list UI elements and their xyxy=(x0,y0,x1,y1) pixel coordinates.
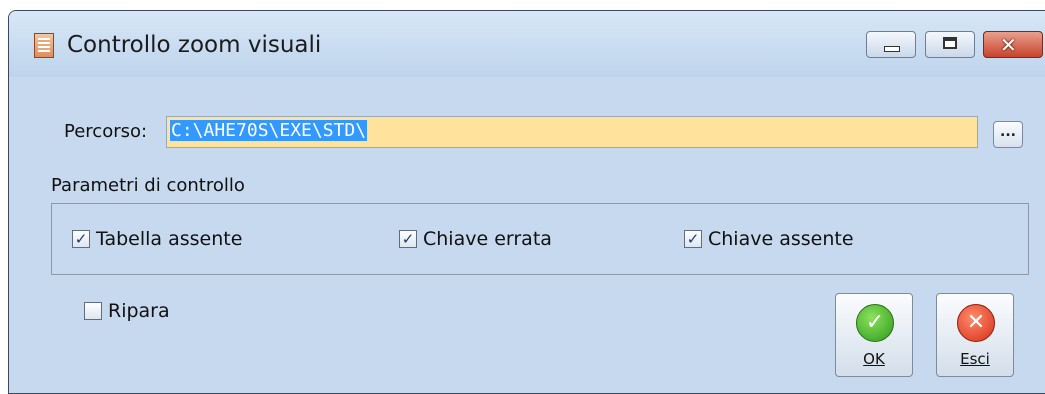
exit-button[interactable]: ✕ Esci xyxy=(936,293,1014,377)
checkbox-label: Chiave assente xyxy=(708,228,854,250)
checkbox-label: Tabella assente xyxy=(96,228,243,250)
path-input[interactable]: C:\AHE70S\EXE\STD\ xyxy=(166,116,978,148)
maximize-icon xyxy=(943,37,957,49)
checkbox-chiave-errata[interactable]: ✓ xyxy=(399,230,417,248)
checkbox-label: Chiave errata xyxy=(423,228,552,250)
minimize-icon xyxy=(884,46,900,52)
exit-label: Esci xyxy=(960,350,990,368)
window-title: Controllo zoom visuali xyxy=(67,32,322,58)
checkbox-ripara[interactable] xyxy=(84,302,102,320)
dialog-body: Percorso: C:\AHE70S\EXE\STD\ ... Paramet… xyxy=(9,77,1045,393)
path-label: Percorso: xyxy=(64,121,148,142)
control-parameters-group: ✓ Tabella assente ✓ Chiave errata ✓ Chia… xyxy=(51,203,1029,275)
check-icon: ✓ xyxy=(856,304,894,342)
checkbox-chiave-assente[interactable]: ✓ xyxy=(684,230,702,248)
form-icon xyxy=(34,33,54,58)
group-title: Parametri di controllo xyxy=(51,175,245,196)
cross-icon: ✕ xyxy=(957,304,995,342)
checkbox-tabella-assente[interactable]: ✓ xyxy=(72,230,90,248)
maximize-button[interactable] xyxy=(925,31,975,58)
close-icon: ✕ xyxy=(1000,33,1017,57)
browse-button[interactable]: ... xyxy=(993,121,1023,148)
checkbox-label: Ripara xyxy=(108,300,170,322)
path-value: C:\AHE70S\EXE\STD\ xyxy=(170,120,368,141)
dialog-window: Controllo zoom visuali ✕ Percorso: C:\AH… xyxy=(8,10,1045,394)
ok-label: OK xyxy=(863,350,885,368)
minimize-button[interactable] xyxy=(866,31,916,58)
ok-button[interactable]: ✓ OK xyxy=(835,293,913,377)
title-bar[interactable]: Controllo zoom visuali ✕ xyxy=(9,11,1045,77)
close-button[interactable]: ✕ xyxy=(983,31,1043,58)
